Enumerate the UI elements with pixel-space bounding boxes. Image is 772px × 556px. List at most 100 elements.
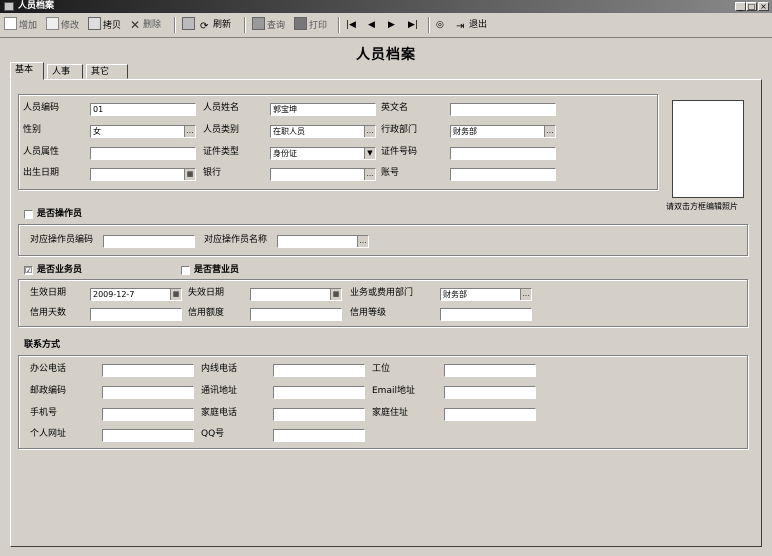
delete-icon: ✕	[130, 18, 141, 32]
address-input[interactable]	[273, 386, 365, 399]
sales-checkbox[interactable]	[181, 266, 190, 275]
ellipsis-icon[interactable]: …	[364, 169, 375, 180]
credit-days-label: 信用天数	[30, 308, 67, 318]
cert-no-input[interactable]	[450, 147, 556, 160]
first-record-icon[interactable]: |◀	[346, 17, 356, 33]
station-label: 工位	[372, 364, 391, 374]
cert-no-label: 证件号码	[381, 147, 418, 157]
business-dept-value: 财务部	[443, 290, 467, 299]
category-select[interactable]: 在职人员 …	[270, 125, 376, 138]
refresh-button[interactable]: ⟳ 刷新	[200, 17, 231, 33]
cert-type-value: 身份证	[273, 149, 297, 158]
category-value: 在职人员	[273, 127, 305, 136]
edit-button[interactable]: 修改	[46, 17, 79, 33]
postcode-input[interactable]	[102, 386, 194, 399]
contact-section-label: 联系方式	[24, 340, 61, 350]
business-checkbox[interactable]: ☑	[24, 266, 33, 275]
copy-button[interactable]: 拷贝	[88, 17, 121, 33]
delete-button[interactable]: ✕ 删除	[130, 17, 161, 33]
cert-type-select[interactable]: 身份证 ▼	[270, 147, 376, 160]
expire-date-label: 失效日期	[188, 288, 225, 298]
print-icon	[294, 17, 307, 30]
ellipsis-icon[interactable]: …	[520, 289, 531, 300]
account-input[interactable]	[450, 168, 556, 181]
bank-select[interactable]: …	[270, 168, 376, 181]
operator-name-label: 对应操作员名称	[204, 235, 268, 245]
operator-checkbox[interactable]	[24, 210, 33, 219]
effective-date-input[interactable]: 2009-12-7 ▦	[90, 288, 182, 301]
save-button[interactable]	[182, 17, 197, 33]
ellipsis-icon[interactable]: …	[364, 126, 375, 137]
dept-label: 行政部门	[381, 125, 418, 135]
next-record-icon[interactable]: ▶	[388, 17, 395, 33]
minimize-icon[interactable]: _	[735, 2, 746, 11]
prev-record-icon[interactable]: ◀	[368, 17, 375, 33]
ellipsis-icon[interactable]: …	[357, 236, 368, 247]
credit-level-input[interactable]	[440, 308, 532, 321]
calendar-icon[interactable]: ▦	[330, 289, 341, 300]
email-input[interactable]	[444, 386, 536, 399]
attribute-input[interactable]	[90, 147, 196, 160]
office-phone-input[interactable]	[102, 364, 194, 377]
credit-amount-input[interactable]	[250, 308, 342, 321]
calendar-icon[interactable]: ▦	[184, 169, 195, 180]
gender-select[interactable]: 女…	[90, 125, 196, 138]
homepage-label: 个人网址	[30, 429, 67, 439]
copy-icon	[88, 17, 101, 30]
birth-date-input[interactable]: ▦	[90, 168, 196, 181]
help-icon[interactable]: ◎	[436, 17, 444, 33]
query-button[interactable]: 查询	[252, 17, 285, 33]
dept-select[interactable]: 财务部 …	[450, 125, 556, 138]
business-dept-select[interactable]: 财务部 …	[440, 288, 532, 301]
english-name-input[interactable]	[450, 103, 556, 116]
exit-button[interactable]: ⇥ 退出	[456, 17, 487, 33]
toolbar-separator	[244, 17, 246, 33]
add-button[interactable]: 增加	[4, 17, 37, 33]
postcode-label: 邮政编码	[30, 386, 67, 396]
close-icon[interactable]: ×	[758, 2, 769, 11]
ext-phone-input[interactable]	[273, 364, 365, 377]
chevron-down-icon[interactable]: ▼	[364, 148, 375, 159]
cert-type-label: 证件类型	[203, 147, 240, 157]
print-button[interactable]: 打印	[294, 17, 327, 33]
operator-name-input[interactable]: …	[277, 235, 369, 248]
exit-icon: ⇥	[456, 21, 465, 32]
mobile-input[interactable]	[102, 408, 194, 421]
tab-personnel[interactable]: 人事	[47, 64, 83, 79]
maximize-icon[interactable]: □	[746, 2, 757, 11]
mobile-label: 手机号	[30, 408, 58, 418]
tab-other[interactable]: 其它	[86, 64, 128, 79]
toolbar-separator	[174, 17, 176, 33]
query-icon	[252, 17, 265, 30]
tab-basic[interactable]: 基本	[10, 62, 44, 80]
bank-label: 银行	[203, 168, 222, 178]
toolbar-separator	[428, 17, 430, 33]
sales-check-label: 是否营业员	[194, 265, 240, 275]
qq-input[interactable]	[273, 429, 365, 442]
station-input[interactable]	[444, 364, 536, 377]
credit-days-input[interactable]	[90, 308, 182, 321]
name-input[interactable]: 郭宝坤	[270, 103, 376, 116]
operator-code-input[interactable]	[103, 235, 195, 248]
home-address-input[interactable]	[444, 408, 536, 421]
category-label: 人员类别	[203, 125, 240, 135]
home-phone-input[interactable]	[273, 408, 365, 421]
calendar-icon[interactable]: ▦	[170, 289, 181, 300]
save-icon	[182, 17, 195, 30]
dept-value: 财务部	[453, 127, 477, 136]
last-record-icon[interactable]: ▶|	[408, 17, 418, 33]
add-icon	[4, 17, 17, 30]
expire-date-input[interactable]: ▦	[250, 288, 342, 301]
homepage-input[interactable]	[102, 429, 194, 442]
business-dept-label: 业务或费用部门	[350, 288, 414, 298]
ellipsis-icon[interactable]: …	[184, 126, 195, 137]
photo-box[interactable]	[672, 100, 744, 198]
form-title: 人员档案	[356, 47, 416, 63]
email-label: Email地址	[372, 386, 415, 396]
toolbar: 增加 修改 拷贝 ✕ 删除 ⟳ 刷新 查询 打印 |◀ ◀ ▶ ▶| ◎ ⇥ 退出	[0, 13, 772, 38]
ellipsis-icon[interactable]: …	[544, 126, 555, 137]
title-bar: 人员档案 _ □ ×	[0, 0, 772, 13]
attribute-label: 人员属性	[23, 147, 60, 157]
code-input[interactable]: 01	[90, 103, 196, 116]
refresh-icon: ⟳	[200, 21, 209, 32]
